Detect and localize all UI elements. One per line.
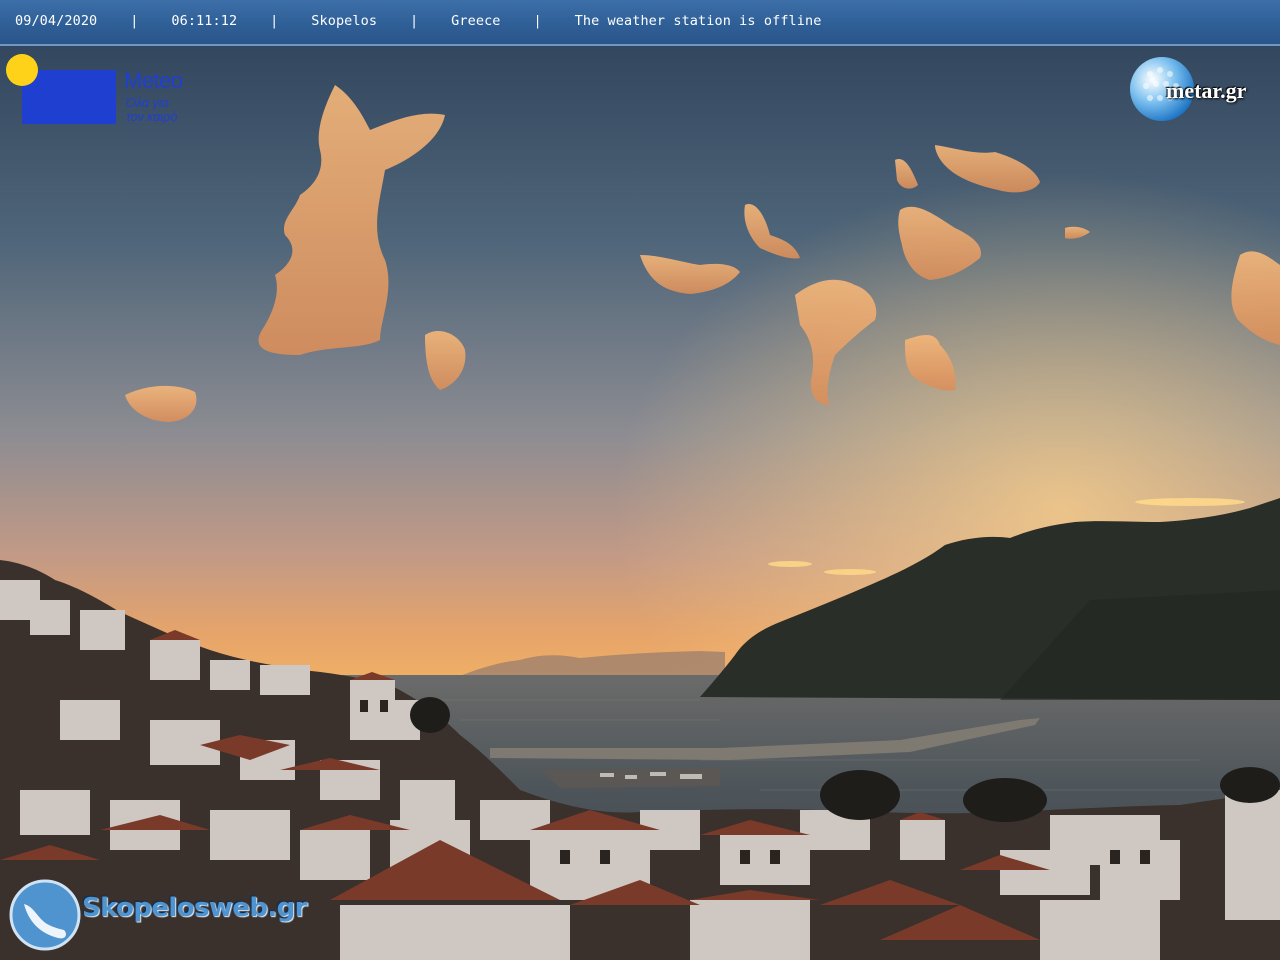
info-bar: 09/04/2020 | 06:11:12 | Skopelos | Greec… [0,0,1280,46]
webcam-scene [0,0,1280,960]
time-label: 06:11:12 [171,13,238,29]
meteo-brand-name: Meteo [124,68,183,93]
meteo-tagline-2: τον καιρό [126,110,178,124]
meteo-tagline-1: Όλα για [126,96,169,110]
place-label: Skopelos [311,13,378,29]
info-bar-text: 09/04/2020 | 06:11:12 | Skopelos | Greec… [15,13,822,29]
metar-brand-text: metar.gr [1166,78,1247,103]
skopelosweb-logo [9,879,81,951]
station-status-label: The weather station is offline [574,13,822,29]
sun-icon [6,54,38,86]
date-label: 09/04/2020 [15,13,98,29]
skopelosweb-brand-text: Skopelosweb.gr [82,893,307,923]
country-label: Greece [451,13,501,29]
